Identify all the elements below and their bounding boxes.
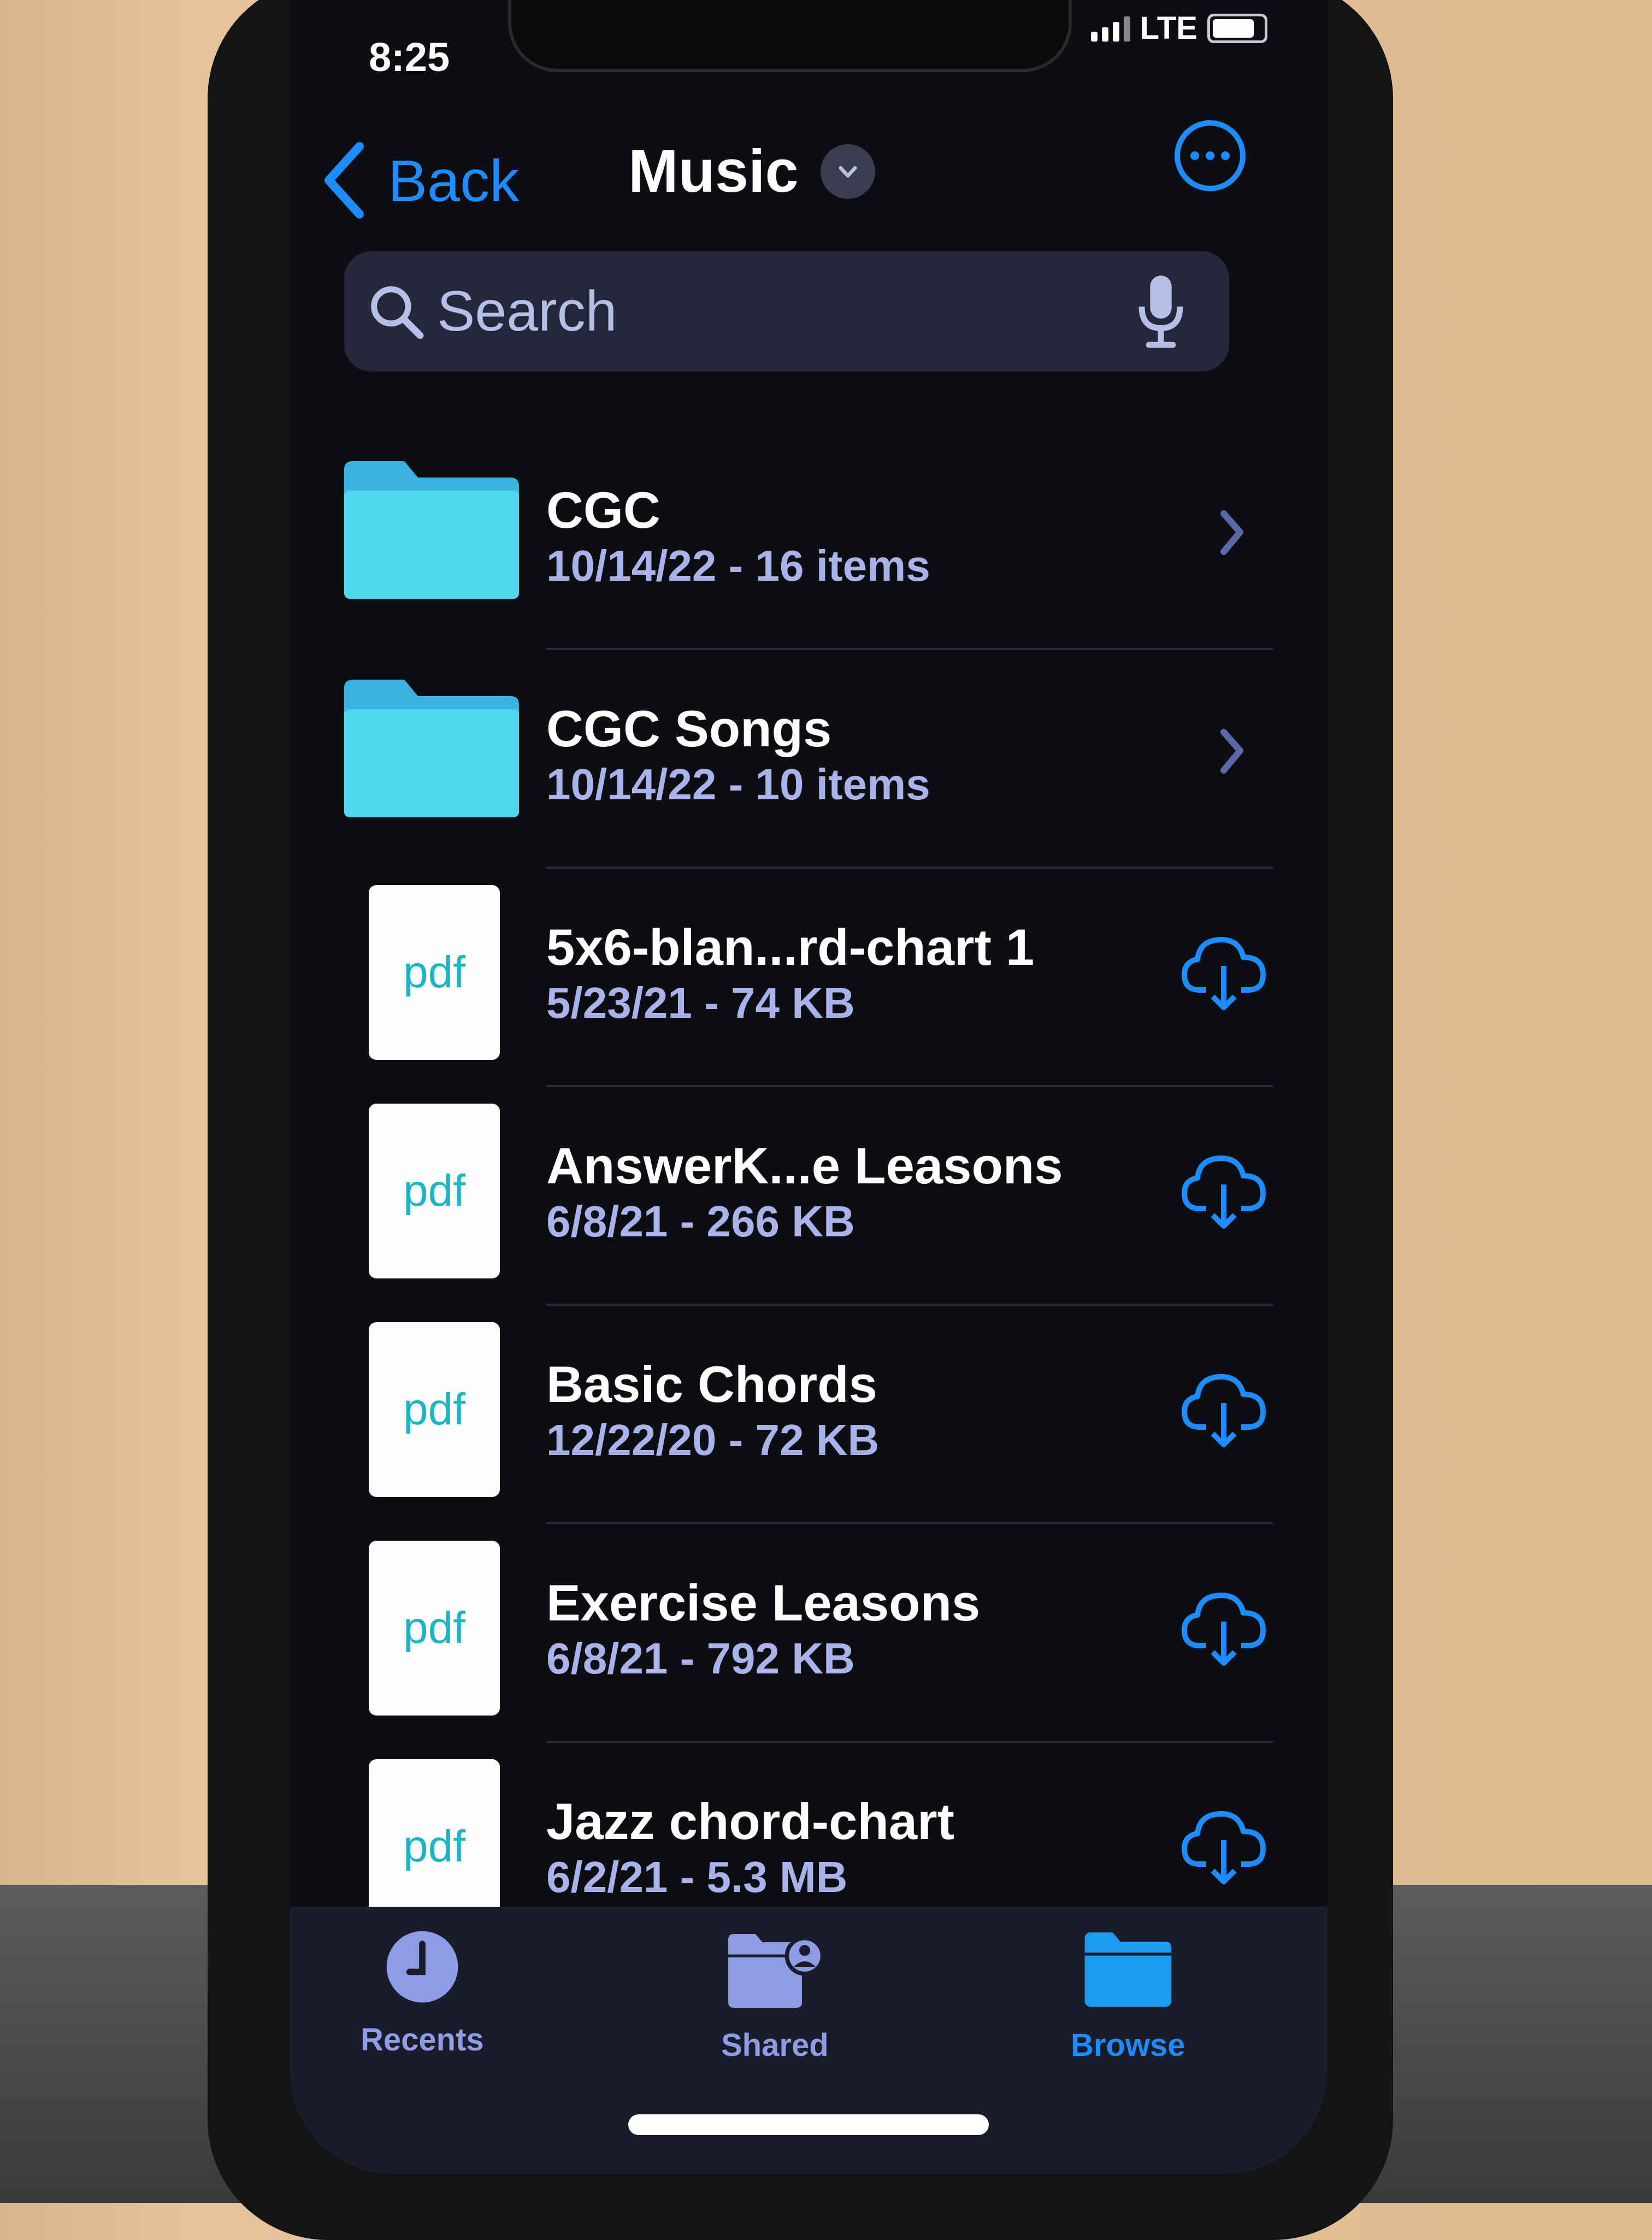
pdf-file-icon: pdf [369,1322,500,1497]
cloud-download-icon[interactable] [1180,1147,1267,1235]
back-label: Back [388,147,520,214]
cloud-download-icon[interactable] [1180,1584,1267,1672]
tab-label: Shared [721,2027,829,2063]
chevron-right-icon [1220,510,1243,555]
item-meta: 6/8/21 - 266 KB [546,1197,855,1246]
folder-icon [344,680,519,817]
list-item-folder[interactable]: CGC Songs 10/14/22 - 10 items [290,650,1328,869]
cloud-download-icon[interactable] [1180,929,1267,1016]
item-meta: 6/8/21 - 792 KB [546,1634,855,1683]
pdf-label: pdf [403,1603,465,1653]
pdf-label: pdf [403,1822,465,1871]
pdf-label: pdf [403,1166,465,1216]
clock-icon [386,1931,458,2003]
tab-label: Recents [361,2022,484,2058]
file-list: CGC 10/14/22 - 16 items CGC Songs 10/14/… [290,432,1328,1961]
notch [508,0,1072,72]
chevron-left-icon [324,142,364,219]
pdf-label: pdf [403,1384,465,1434]
navigation-bar: Back Music [290,120,1328,229]
item-name: CGC Songs [546,700,832,757]
pdf-file-icon: pdf [369,1541,500,1716]
item-meta: 5/23/21 - 74 KB [546,978,855,1027]
list-item-file[interactable]: pdf 5x6-blan...rd-chart 1 5/23/21 - 74 K… [290,869,1328,1087]
pdf-label: pdf [403,947,465,997]
signal-icon [1090,15,1130,42]
battery-icon [1207,13,1267,43]
ellipsis-icon [1190,151,1199,160]
item-name: Basic Chords [546,1355,877,1413]
item-meta: 6/2/21 - 5.3 MB [546,1853,848,1901]
tab-shared[interactable]: Shared [721,1929,829,2064]
item-name: Jazz chord-chart [546,1793,954,1850]
item-name: 5x6-blan...rd-chart 1 [546,918,1035,976]
item-meta: 10/14/22 - 10 items [546,760,930,809]
microphone-icon[interactable] [1136,273,1185,350]
item-name: Exercise Leasons [546,1574,981,1631]
tab-recents[interactable]: Recents [361,1929,484,2058]
item-meta: 12/22/20 - 72 KB [546,1416,880,1464]
folder-title[interactable]: Music [628,137,875,206]
cloud-download-icon[interactable] [1180,1803,1267,1890]
more-options-button[interactable] [1175,120,1246,191]
pdf-file-icon: pdf [369,1104,500,1278]
item-name: CGC [546,481,660,539]
cloud-download-icon[interactable] [1180,1366,1267,1453]
shared-folder-icon [728,1934,824,2008]
back-button[interactable]: Back [322,142,519,219]
tab-browse[interactable]: Browse [1071,1929,1185,2064]
home-indicator[interactable] [628,2114,989,2135]
list-item-file[interactable]: pdf Exercise Leasons 6/8/21 - 792 KB [290,1524,1328,1743]
network-label: LTE [1140,10,1197,46]
item-meta: 10/14/22 - 16 items [546,541,930,590]
search-icon [371,286,424,339]
list-item-file[interactable]: pdf Basic Chords 12/22/20 - 72 KB [290,1306,1328,1524]
chevron-right-icon [1220,729,1243,774]
list-item-folder[interactable]: CGC 10/14/22 - 16 items [290,432,1328,650]
folder-icon [344,461,519,599]
search-placeholder: Search [437,279,617,343]
folder-icon [1084,1932,1172,2007]
page-title: Music [628,138,799,205]
tab-label: Browse [1071,2027,1185,2063]
status-time: 8:25 [369,34,450,80]
status-indicators: LTE [1090,10,1267,46]
files-app-screen: 8:25 LTE Back Music Search CGC 10/14/22 … [290,0,1328,2174]
search-field[interactable]: Search [344,251,1229,372]
chevron-down-icon[interactable] [820,144,875,199]
list-item-file[interactable]: pdf AnswerK...e Leasons 6/8/21 - 266 KB [290,1087,1328,1306]
item-name: AnswerK...e Leasons [546,1137,1063,1194]
pdf-file-icon: pdf [369,885,500,1060]
